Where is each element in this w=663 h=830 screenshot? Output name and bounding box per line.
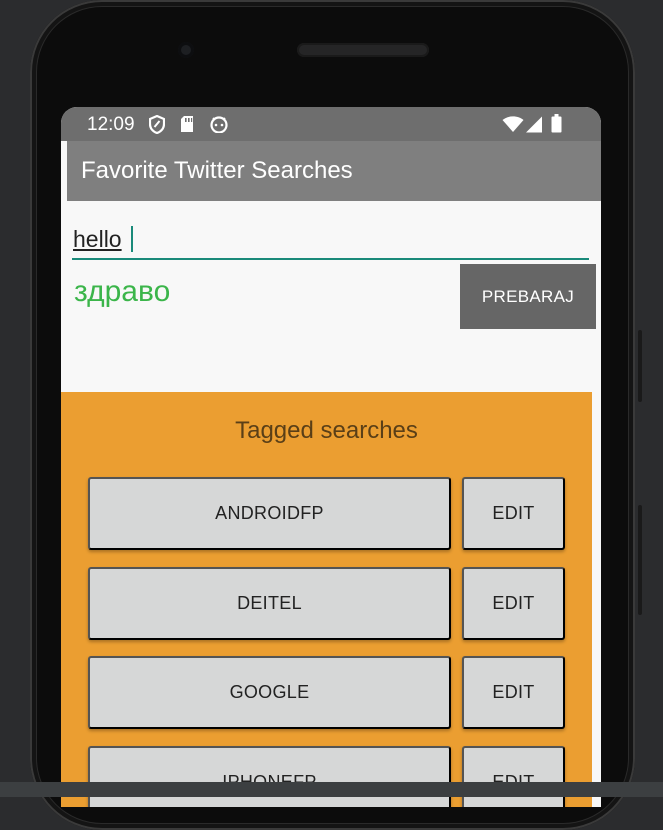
shield-icon (148, 114, 166, 140)
edit-button[interactable]: EDIT (462, 567, 565, 640)
volume-button (638, 330, 642, 402)
tag-button[interactable]: ANDROIDFP (88, 477, 451, 550)
search-button[interactable]: PREBARAJ (460, 264, 596, 329)
power-button (638, 505, 642, 615)
tagged-row: GOOGLE EDIT (88, 656, 565, 729)
status-bar: 12:09 (61, 107, 601, 141)
status-time: 12:09 (87, 114, 135, 135)
android-icon (209, 115, 229, 139)
edit-button[interactable]: EDIT (462, 746, 565, 807)
wifi-icon (502, 116, 524, 139)
tagged-searches-title: Tagged searches (235, 417, 418, 444)
emulator-bottom-bar (0, 782, 663, 797)
earpiece-speaker (297, 43, 429, 57)
tagged-row: DEITEL EDIT (88, 567, 565, 640)
tag-input[interactable]: здраво (74, 275, 170, 309)
edit-button[interactable]: EDIT (462, 477, 565, 550)
front-camera (178, 42, 194, 58)
query-input[interactable]: hello (72, 220, 589, 260)
signal-icon (525, 116, 543, 139)
device-screen: 12:09 Favorite Twitter Searches hello зд… (61, 107, 601, 807)
tag-button[interactable]: GOOGLE (88, 656, 451, 729)
tag-button[interactable]: IPHONEFP (88, 746, 451, 807)
tag-button[interactable]: DEITEL (88, 567, 451, 640)
tagged-row: IPHONEFP EDIT (88, 746, 565, 807)
app-title: Favorite Twitter Searches (81, 157, 353, 184)
battery-icon (551, 114, 562, 139)
text-cursor (131, 226, 133, 252)
sd-card-icon (180, 115, 194, 139)
edit-button[interactable]: EDIT (462, 656, 565, 729)
tagged-row: ANDROIDFP EDIT (88, 477, 565, 550)
app-bar: Favorite Twitter Searches (67, 141, 601, 201)
tagged-searches-panel: Tagged searches ANDROIDFP EDIT DEITEL ED… (61, 392, 592, 807)
query-input-text: hello (73, 226, 122, 252)
